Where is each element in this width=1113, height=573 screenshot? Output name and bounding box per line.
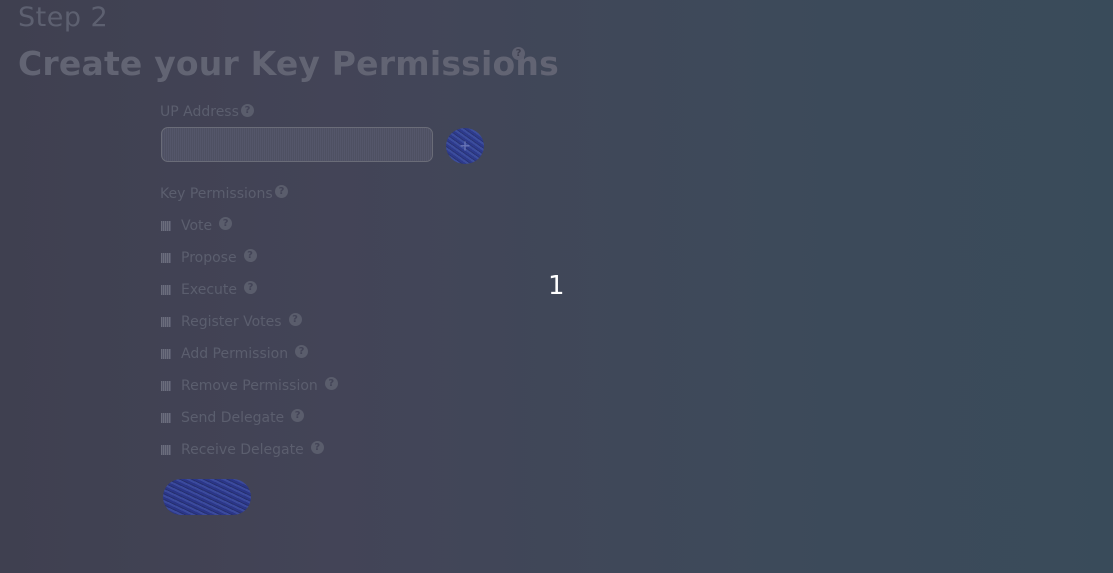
permission-row-register-votes[interactable]: Register Votes ? — [161, 312, 302, 332]
permission-row-vote[interactable]: Vote ? — [161, 216, 233, 236]
add-permission-help-icon[interactable]: ? — [295, 344, 309, 358]
execute-checkbox[interactable] — [161, 285, 171, 295]
send-delegate-help-icon[interactable]: ? — [291, 408, 305, 422]
permission-row-remove-permission[interactable]: Remove Permission ? — [161, 376, 338, 396]
permission-label: Execute — [181, 282, 237, 298]
add-address-button[interactable]: + — [446, 128, 484, 164]
remove-permission-checkbox[interactable] — [161, 381, 171, 391]
page: Step 2 Create your Key Permissions ? UP … — [0, 0, 1113, 573]
question-circle-icon[interactable]: ? — [512, 47, 525, 60]
permission-label: Register Votes — [181, 314, 282, 330]
register-votes-checkbox[interactable] — [161, 317, 171, 327]
step-label: Step 2 — [18, 2, 109, 33]
key-permissions-label: Key Permissions — [160, 186, 273, 202]
permission-row-execute[interactable]: Execute ? — [161, 280, 257, 300]
permission-label: Remove Permission — [181, 378, 318, 394]
up-address-help-icon[interactable]: ? — [241, 104, 254, 117]
up-address-label: UP Address — [160, 104, 239, 120]
add-permission-checkbox[interactable] — [161, 349, 171, 359]
submit-button[interactable] — [163, 479, 251, 515]
permission-row-propose[interactable]: Propose ? — [161, 248, 257, 268]
execute-help-icon[interactable]: ? — [244, 280, 257, 294]
permission-label: Receive Delegate — [181, 442, 304, 458]
permission-label: Vote — [181, 218, 213, 234]
permission-label: Propose — [181, 250, 237, 266]
permission-row-send-delegate[interactable]: Send Delegate ? — [161, 408, 305, 428]
key-permissions-help-icon[interactable]: ? — [275, 185, 288, 198]
propose-help-icon[interactable]: ? — [243, 248, 257, 262]
send-delegate-checkbox[interactable] — [161, 413, 171, 423]
overlay-number: 1 — [548, 271, 565, 301]
up-address-input[interactable] — [161, 127, 433, 162]
permission-label: Add Permission — [181, 346, 289, 362]
page-title: Create your Key Permissions — [18, 44, 559, 83]
receive-delegate-checkbox[interactable] — [161, 445, 171, 455]
add-icon: + — [459, 136, 471, 156]
register-votes-help-icon[interactable]: ? — [288, 312, 302, 326]
vote-checkbox[interactable] — [161, 221, 171, 231]
receive-delegate-help-icon[interactable]: ? — [310, 440, 324, 454]
propose-checkbox[interactable] — [161, 253, 171, 263]
vote-help-icon[interactable]: ? — [219, 216, 233, 230]
permission-label: Send Delegate — [181, 410, 285, 426]
permission-row-receive-delegate[interactable]: Receive Delegate ? — [161, 440, 324, 460]
permission-row-add-permission[interactable]: Add Permission ? — [161, 344, 309, 364]
remove-permission-help-icon[interactable]: ? — [324, 376, 338, 390]
